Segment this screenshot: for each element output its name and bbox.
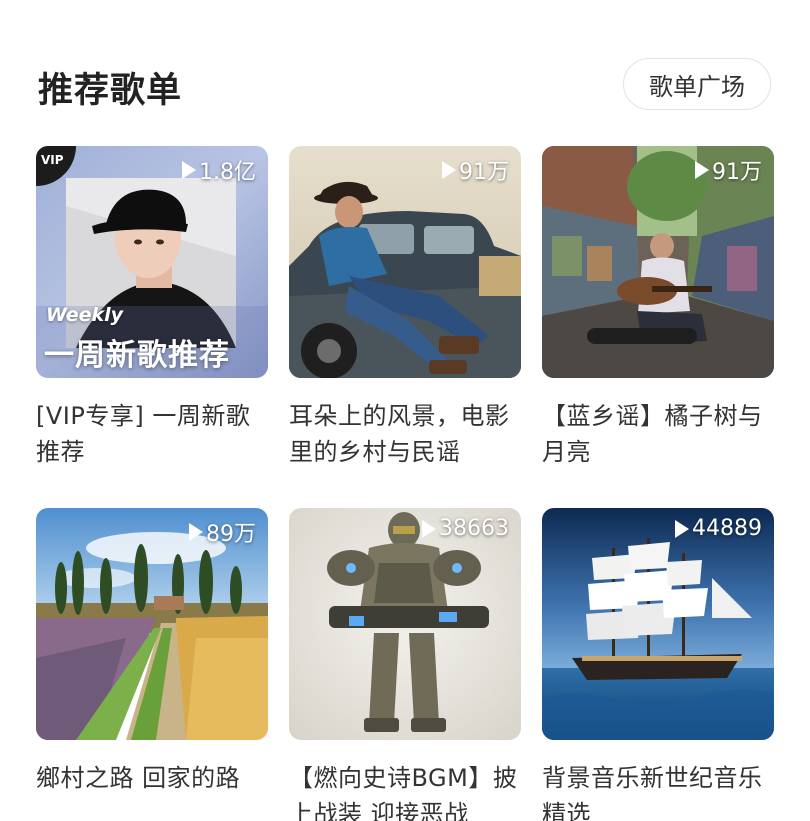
play-triangle-icon [182, 161, 196, 179]
play-count-value: 44889 [692, 516, 762, 541]
playlist-card[interactable]: 91万 耳朵上的风景，电影里的乡村与民谣 [289, 146, 521, 470]
playlist-title[interactable]: 背景音乐新世纪音乐精选 [542, 760, 774, 821]
playlist-card[interactable]: 44889 背景音乐新世纪音乐精选 [542, 508, 774, 821]
playlist-cover[interactable]: 91万 [542, 146, 774, 378]
play-count: 38663 [422, 516, 509, 541]
playlist-title[interactable]: 鄉村之路 回家的路 [36, 760, 268, 821]
playlist-cover[interactable]: 38663 [289, 508, 521, 740]
playlist-cover[interactable]: 44889 [542, 508, 774, 740]
cover-image-armored-soldier [289, 508, 521, 740]
playlist-title[interactable]: 【蓝乡谣】橘子树与月亮 [542, 398, 774, 470]
play-count: 91万 [442, 154, 509, 186]
playlist-cover[interactable]: 89万 [36, 508, 268, 740]
playlist-title[interactable]: 耳朵上的风景，电影里的乡村与民谣 [289, 398, 521, 470]
playlist-title[interactable]: [VIP专享] 一周新歌推荐 [36, 398, 268, 470]
vip-badge-text: VIP [41, 153, 64, 167]
play-triangle-icon [422, 519, 436, 538]
playlist-title[interactable]: 【燃向史诗BGM】披上战装 迎接恶战 [289, 760, 521, 821]
playlist-card[interactable]: 89万 鄉村之路 回家的路 [36, 508, 268, 821]
play-count: 1.8亿 [182, 154, 256, 186]
play-triangle-icon [695, 161, 709, 179]
playlist-page: 推荐歌单 歌单广场 VIP 1.8亿 Weekly 一周新歌推荐 [VIP专享]… [0, 0, 810, 821]
playlist-card[interactable]: 38663 【燃向史诗BGM】披上战装 迎接恶战 [289, 508, 521, 821]
play-triangle-icon [189, 523, 203, 541]
cover-image-sailing-ship [542, 508, 774, 740]
playlist-card[interactable]: 91万 【蓝乡谣】橘子树与月亮 [542, 146, 774, 470]
cover-text-weekly: Weekly [46, 304, 124, 326]
play-count: 44889 [675, 516, 762, 541]
playlist-cover[interactable]: VIP 1.8亿 Weekly 一周新歌推荐 [36, 146, 268, 378]
play-count-value: 91万 [459, 160, 509, 185]
play-count: 89万 [189, 516, 256, 548]
playlist-grid: VIP 1.8亿 Weekly 一周新歌推荐 [VIP专享] 一周新歌推荐 91… [0, 0, 810, 821]
play-count-value: 91万 [712, 160, 762, 185]
play-count: 91万 [695, 154, 762, 186]
play-count-value: 1.8亿 [199, 160, 256, 185]
play-triangle-icon [442, 161, 456, 179]
playlist-cover[interactable]: 91万 [289, 146, 521, 378]
play-count-value: 38663 [439, 516, 509, 541]
play-count-value: 89万 [206, 522, 256, 547]
cover-text-title: 一周新歌推荐 [44, 338, 230, 373]
play-triangle-icon [675, 519, 689, 538]
playlist-card[interactable]: VIP 1.8亿 Weekly 一周新歌推荐 [VIP专享] 一周新歌推荐 [36, 146, 268, 470]
